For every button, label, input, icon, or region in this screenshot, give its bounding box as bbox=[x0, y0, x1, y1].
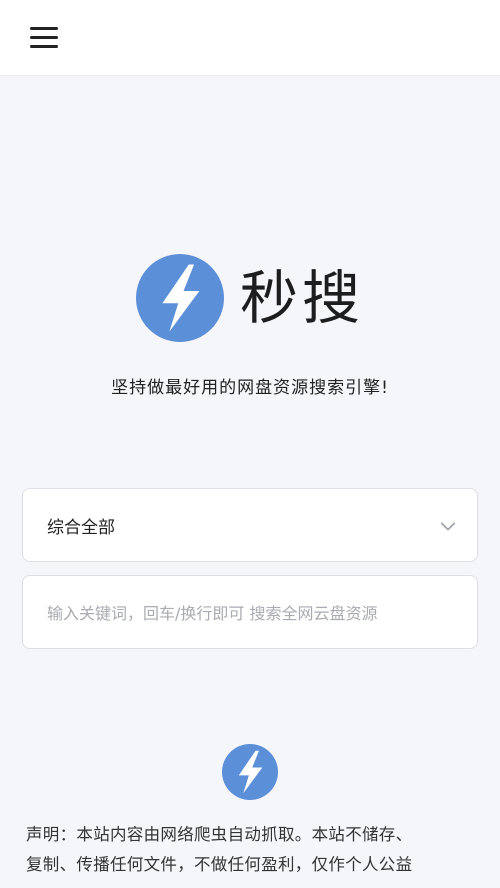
brand-name: 秒搜 bbox=[239, 264, 364, 332]
hamburger-menu-icon[interactable] bbox=[28, 22, 60, 54]
chevron-down-icon bbox=[440, 522, 456, 531]
disclaimer-line: 声明：本站内容由网络爬虫自动抓取。本站不储存、 bbox=[26, 825, 413, 844]
disclaimer-line: 复制、传播任何文件，不做任何盈利，仅作个人公益 bbox=[26, 855, 413, 874]
menu-line bbox=[30, 45, 58, 48]
top-bar bbox=[0, 0, 500, 76]
brand-header: 秒搜 bbox=[0, 250, 500, 346]
menu-line bbox=[30, 36, 58, 39]
lightning-bolt-icon bbox=[222, 744, 278, 800]
lightning-bolt-icon bbox=[135, 254, 224, 342]
disclaimer-text: 声明：本站内容由网络爬虫自动抓取。本站不储存、 复制、传播任何文件，不做任何盈利… bbox=[26, 820, 478, 880]
app-root: 秒搜 坚持做最好用的网盘资源搜索引擎! 综合全部 声明：本站内容由网络爬虫自动抓… bbox=[0, 0, 500, 888]
category-select[interactable]: 综合全部 bbox=[22, 488, 478, 562]
search-input[interactable] bbox=[45, 576, 461, 650]
menu-line bbox=[30, 27, 58, 30]
category-selected-value: 综合全部 bbox=[47, 518, 115, 538]
search-box bbox=[22, 575, 478, 650]
tagline: 坚持做最好用的网盘资源搜索引擎! bbox=[111, 378, 389, 398]
